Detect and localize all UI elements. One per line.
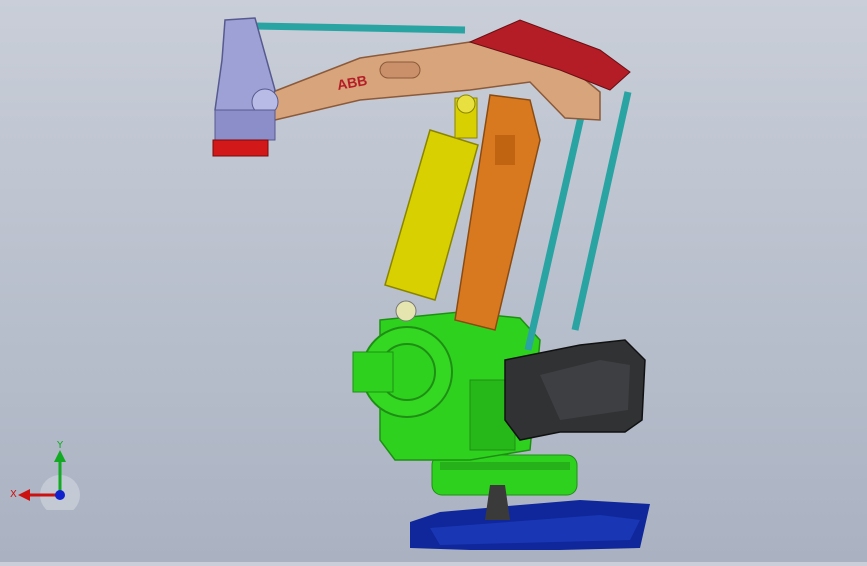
tool-flange xyxy=(212,139,269,157)
upper-arm: ABB xyxy=(264,19,631,121)
x-axis-label: X xyxy=(10,489,17,500)
mount-plate xyxy=(410,500,650,550)
y-axis-label: Y xyxy=(56,440,64,451)
wrist-assembly xyxy=(214,17,279,141)
robot-model-canvas[interactable]: ABB xyxy=(0,0,867,562)
3d-viewport[interactable]: ABB Y X xyxy=(0,0,867,562)
axis-triad: Y X xyxy=(10,440,80,515)
